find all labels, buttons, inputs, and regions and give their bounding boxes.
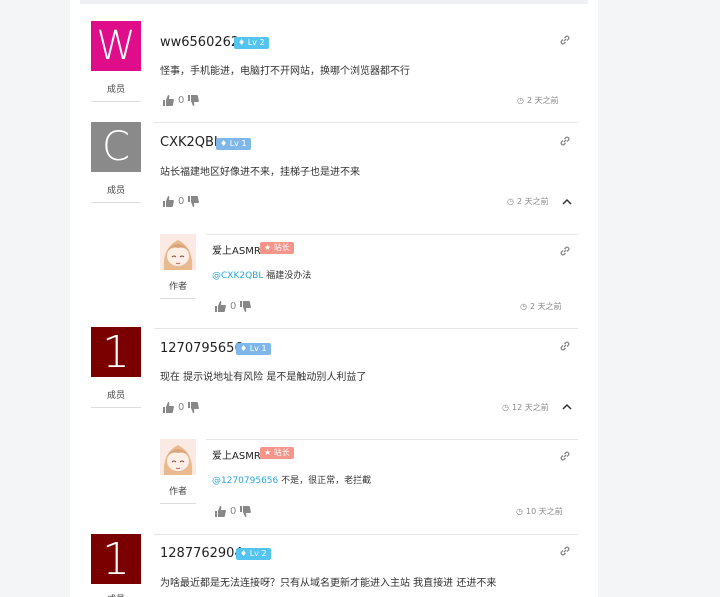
role-label: 成员 xyxy=(91,592,141,597)
commenter-name[interactable]: 1270795656 xyxy=(160,341,243,356)
role-label: 作者 xyxy=(160,484,196,504)
timestamp: ◷ 2 天之前 xyxy=(517,96,559,105)
avatar[interactable]: W 成员 xyxy=(91,21,141,102)
comment-text: 站长福建地区好像进不来，挂梯子也是进不来 xyxy=(160,167,360,178)
thumbs-up-icon[interactable] xyxy=(163,94,174,106)
vote-group: 0 xyxy=(163,94,200,106)
reply-avatar[interactable]: 作者 xyxy=(160,234,196,299)
avatar-image: C xyxy=(91,122,141,172)
avatar-letter: 1 xyxy=(102,326,130,378)
vote-count: 0 xyxy=(178,94,185,106)
level-badge: ♦ Lv 2 xyxy=(234,37,269,49)
chevron-up-icon[interactable] xyxy=(562,198,572,206)
timestamp: ◷ 12 天之前 xyxy=(502,403,549,412)
thumbs-down-icon[interactable] xyxy=(188,401,200,413)
vote-group: 0 xyxy=(215,300,252,312)
vote-group: 0 xyxy=(163,401,200,413)
admin-badge: ★ 站长 xyxy=(260,447,294,459)
avatar-image: 1 xyxy=(91,326,141,378)
avatar-image: 1 xyxy=(91,533,141,585)
commenter-name[interactable]: ww6560262 xyxy=(160,35,239,50)
comment-text: 现在 提示说地址有风险 是不是触动别人利益了 xyxy=(160,372,367,383)
clock-icon: ◷ xyxy=(502,403,509,412)
top-divider xyxy=(80,0,588,4)
link-icon[interactable] xyxy=(559,34,571,46)
diamond-icon: ♦ xyxy=(240,549,250,558)
diamond-icon: ♦ xyxy=(220,139,230,148)
comment-text: 为啥最近都是无法连接呀？只有从域名更新才能进入主站 我直接进 还进不来 xyxy=(160,578,497,589)
admin-badge: ★ 站长 xyxy=(260,242,294,254)
vote-group: 0 xyxy=(163,195,200,207)
link-icon[interactable] xyxy=(559,340,571,352)
vote-count: 0 xyxy=(178,401,185,413)
reply-author-name[interactable]: 爱上ASMR xyxy=(212,242,261,257)
thumbs-up-icon[interactable] xyxy=(163,195,174,207)
level-badge: ♦ Lv 2 xyxy=(236,548,271,560)
thumbs-up-icon[interactable] xyxy=(163,401,174,413)
vote-count: 0 xyxy=(178,195,185,207)
comment-divider xyxy=(154,534,578,535)
commenter-name[interactable]: CXK2QBL xyxy=(160,135,221,150)
reply-text: @1270795656 不是，很正常，老拦截 xyxy=(212,476,372,486)
star-icon: ★ xyxy=(264,243,274,252)
avatar-image: W xyxy=(91,21,141,71)
thumbs-up-icon[interactable] xyxy=(215,300,226,312)
role-label: 成员 xyxy=(91,183,141,203)
thumbs-down-icon[interactable] xyxy=(240,505,252,517)
timestamp: ◷ 2 天之前 xyxy=(507,197,549,206)
anime-avatar-image xyxy=(160,439,196,475)
clock-icon: ◷ xyxy=(520,302,527,311)
clock-icon: ◷ xyxy=(517,96,524,105)
link-icon[interactable] xyxy=(559,135,571,147)
link-icon[interactable] xyxy=(559,450,571,462)
avatar-letter: W xyxy=(96,23,136,69)
thumbs-down-icon[interactable] xyxy=(188,94,200,106)
role-label: 成员 xyxy=(91,82,141,102)
role-label: 作者 xyxy=(160,279,196,299)
star-icon: ★ xyxy=(264,448,274,457)
reply-avatar[interactable]: 作者 xyxy=(160,439,196,504)
thumbs-down-icon[interactable] xyxy=(240,300,252,312)
level-badge: ♦ Lv 1 xyxy=(236,343,271,355)
avatar-letter: 1 xyxy=(102,533,130,585)
reply-author-name[interactable]: 爱上ASMR xyxy=(212,447,261,462)
level-badge: ♦ Lv 1 xyxy=(216,138,251,150)
diamond-icon: ♦ xyxy=(238,38,248,47)
link-icon[interactable] xyxy=(559,545,571,557)
avatar[interactable]: 1 成员 xyxy=(91,533,141,597)
comment-text: 怪事，手机能进，电脑打不开网站，换哪个浏览器都不行 xyxy=(160,66,410,77)
vote-count: 0 xyxy=(230,300,237,312)
reply-text: @CXK2QBL 福建没办法 xyxy=(212,271,312,281)
comment-divider xyxy=(154,122,578,123)
comment-divider xyxy=(154,328,578,329)
comments-card: W 成员 ww6560262 ♦ Lv 2 怪事，手机能进，电脑打不开网站，换哪… xyxy=(70,0,598,597)
timestamp: ◷ 10 天之前 xyxy=(516,507,563,516)
thumbs-down-icon[interactable] xyxy=(188,195,200,207)
clock-icon: ◷ xyxy=(507,197,514,206)
clock-icon: ◷ xyxy=(516,507,523,516)
reply-divider-top xyxy=(206,234,578,235)
vote-group: 0 xyxy=(215,505,252,517)
thumbs-up-icon[interactable] xyxy=(215,505,226,517)
diamond-icon: ♦ xyxy=(240,344,250,353)
anime-avatar-image xyxy=(160,234,196,270)
reply-divider-top xyxy=(206,439,578,440)
timestamp: ◷ 2 天之前 xyxy=(520,302,562,311)
avatar-letter: C xyxy=(102,124,130,170)
mention-link[interactable]: @1270795656 xyxy=(212,476,278,486)
avatar[interactable]: 1 成员 xyxy=(91,326,141,408)
commenter-name[interactable]: 1287762904 xyxy=(160,546,243,561)
role-label: 成员 xyxy=(91,388,141,408)
avatar[interactable]: C 成员 xyxy=(91,122,141,203)
link-icon[interactable] xyxy=(559,245,571,257)
vote-count: 0 xyxy=(230,505,237,517)
chevron-up-icon[interactable] xyxy=(562,403,572,411)
mention-link[interactable]: @CXK2QBL xyxy=(212,271,263,281)
